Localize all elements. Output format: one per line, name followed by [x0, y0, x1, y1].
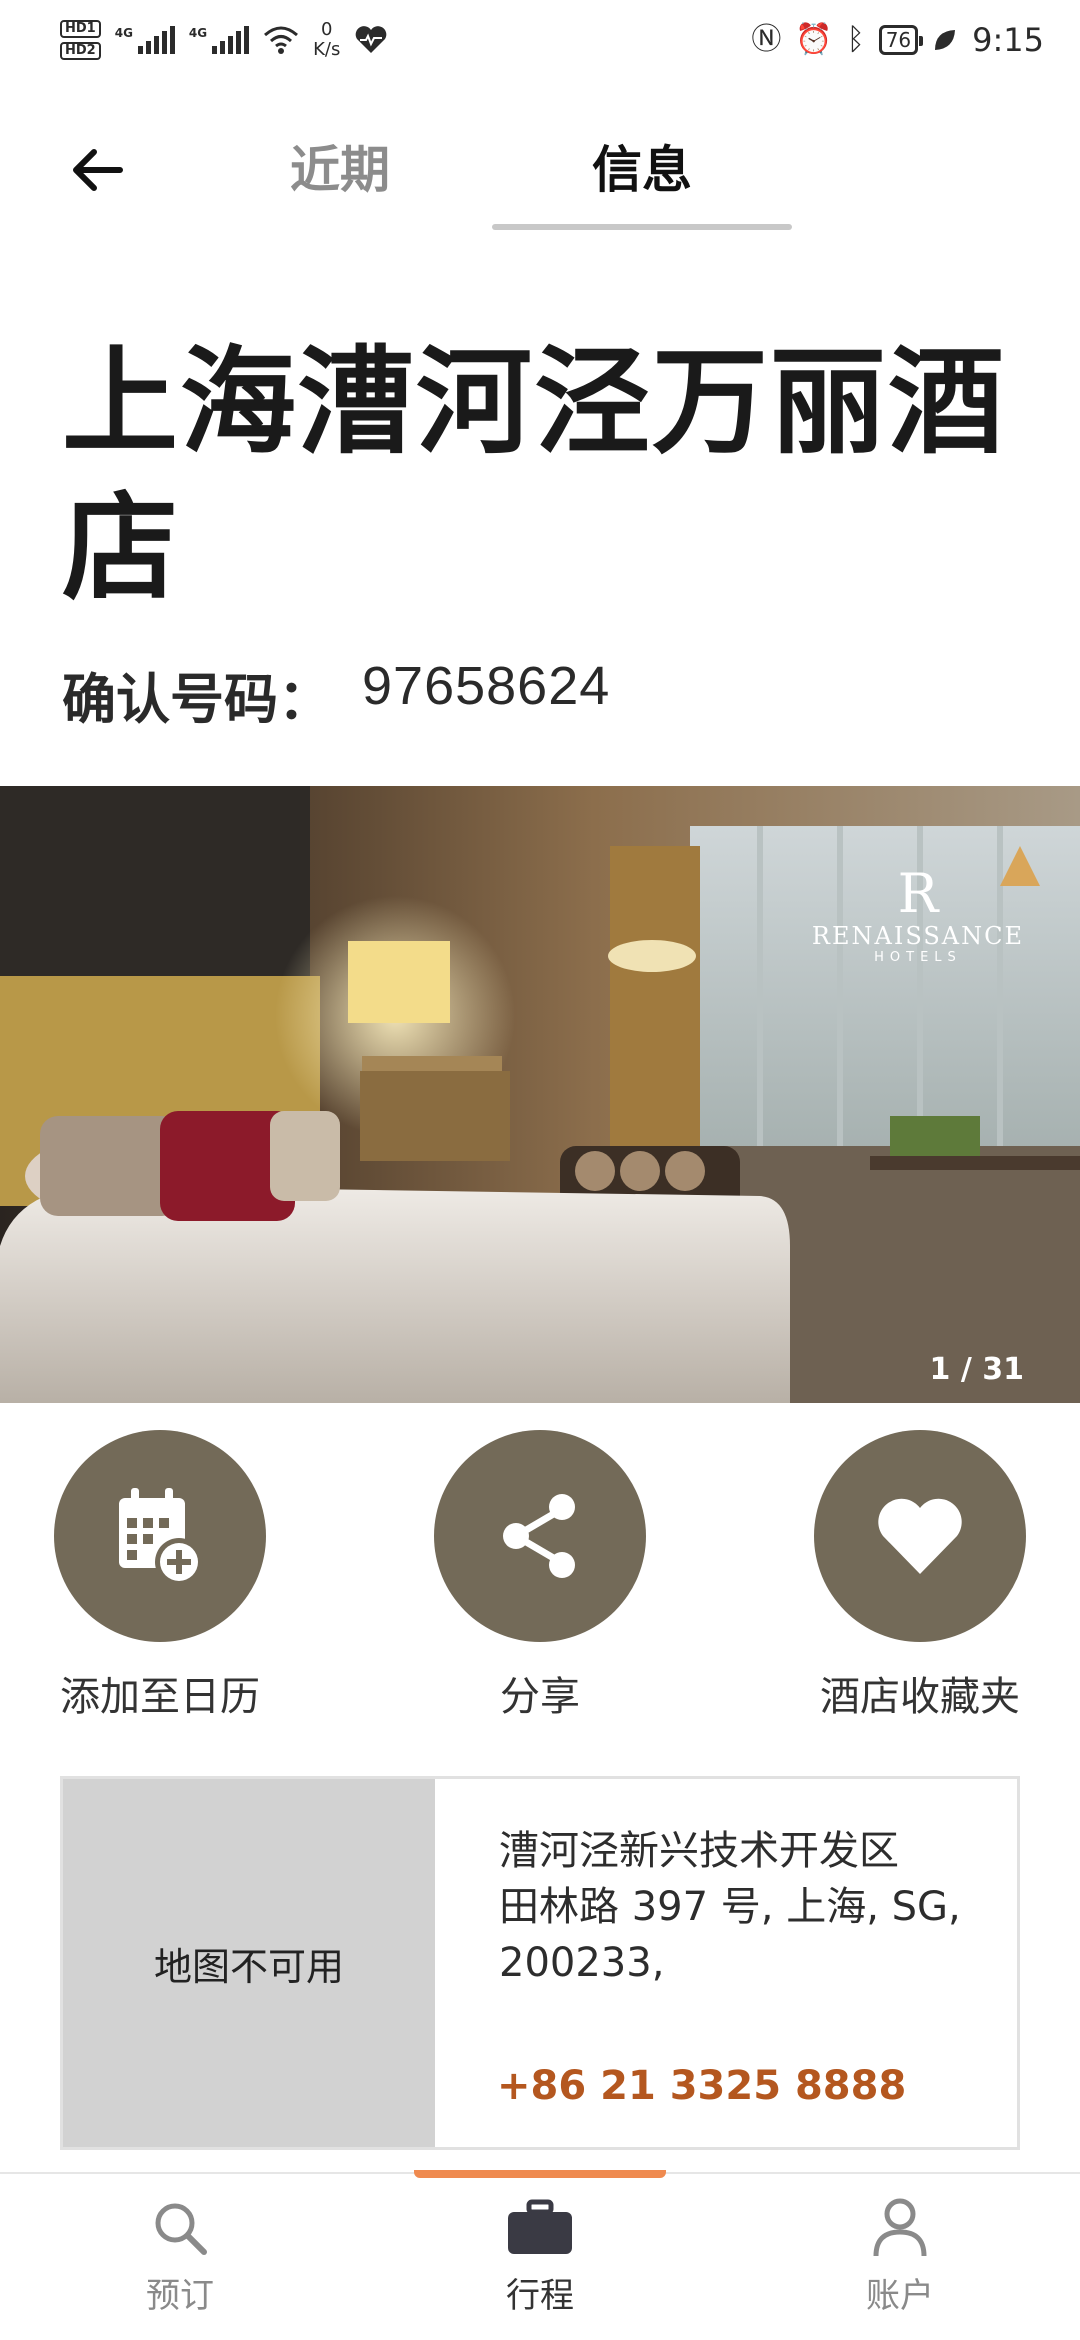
nav-item-book[interactable]: 预订 — [80, 2192, 280, 2317]
share-icon — [503, 1494, 575, 1578]
clock: 9:15 — [972, 21, 1044, 59]
battery-icon: 76 — [878, 25, 924, 55]
user-icon — [873, 2198, 927, 2257]
health-heart-icon — [356, 26, 387, 53]
network-type-label: 4G — [188, 26, 208, 40]
confirmation-number: 97658624 — [362, 656, 611, 716]
arrow-left-icon — [73, 149, 123, 191]
favorites-circle — [814, 1430, 1026, 1642]
network-type-label: 4G — [114, 26, 133, 40]
search-icon — [155, 2203, 207, 2255]
map-placeholder: 地图不可用 — [63, 1779, 435, 2147]
hotel-phone-link[interactable]: +86 21 3325 8888 — [497, 2063, 906, 2109]
nav-trips-label: 行程 — [506, 2276, 574, 2316]
signal-icon-sim2: 4G — [188, 26, 250, 54]
bottom-nav: 预订 行程 账户 — [0, 2170, 1080, 2340]
net-speed-value: 0 — [321, 19, 333, 40]
net-speed-unit: K/s — [313, 39, 341, 60]
address-line-2: 田林路 397 号, 上海, SG, — [499, 1884, 961, 1930]
nfc-icon: Ⓝ — [751, 22, 782, 57]
brand-sub: HOTELS — [874, 950, 962, 965]
nav-item-account[interactable]: 账户 — [800, 2192, 1000, 2317]
top-header: 近期 信息 — [0, 110, 1080, 230]
leaf-icon — [935, 30, 956, 50]
brand-name: RENAISSANCE — [811, 922, 1024, 950]
add-to-calendar-button[interactable]: 添加至日历 — [10, 1430, 310, 1722]
nav-item-trips[interactable]: 行程 — [440, 2192, 640, 2317]
calendar-add-icon — [119, 1488, 203, 1586]
heart-icon — [878, 1498, 962, 1574]
address-line-1: 漕河泾新兴技术开发区 — [499, 1828, 899, 1874]
status-right: Ⓝ ⏰ ᛒ 76 9:15 — [751, 21, 1044, 59]
wifi-icon — [264, 26, 299, 54]
confirmation-label: 确认号码： — [62, 668, 332, 731]
add-to-calendar-label: 添加至日历 — [60, 1674, 260, 1720]
tab-info[interactable]: 信息 — [492, 140, 792, 220]
photo-counter: 1 / 31 — [929, 1352, 1024, 1387]
briefcase-icon — [508, 2199, 572, 2254]
hotel-favorites-button[interactable]: 酒店收藏夹 — [770, 1430, 1070, 1722]
net-speed: 0 K/s — [313, 20, 340, 60]
hd-indicators: HD1 HD2 — [60, 20, 101, 60]
back-button[interactable] — [60, 140, 132, 200]
hotel-photo-gallery[interactable]: R RENAISSANCE HOTELS 1 / 31 — [0, 786, 1080, 1403]
bluetooth-icon: ᛒ — [846, 22, 865, 57]
share-button[interactable]: 分享 — [390, 1430, 690, 1722]
status-left: HD1 HD2 4G 4G 0 K/s — [60, 20, 388, 60]
nav-account-label: 账户 — [866, 2276, 934, 2316]
location-card: 地图不可用 漕河泾新兴技术开发区 田林路 397 号, 上海, SG, 2002… — [60, 1776, 1020, 2150]
hd1-badge: HD1 — [60, 20, 101, 38]
share-label: 分享 — [500, 1674, 580, 1720]
hd2-badge: HD2 — [60, 42, 101, 60]
status-bar: HD1 HD2 4G 4G 0 K/s Ⓝ ⏰ ᛒ 76 9:15 — [0, 0, 1080, 80]
alarm-icon: ⏰ — [795, 22, 833, 57]
brand-logo: R RENAISSANCE HOTELS — [811, 862, 1024, 966]
tab-active-indicator — [492, 224, 792, 230]
address-line-3: 200233, — [499, 1940, 665, 1986]
action-row: 添加至日历 分享 酒店收藏夹 — [0, 1430, 1080, 1730]
hotel-favorites-label: 酒店收藏夹 — [820, 1674, 1020, 1720]
share-circle — [434, 1430, 646, 1642]
nav-active-indicator — [414, 2170, 666, 2178]
tab-recent[interactable]: 近期 — [250, 140, 430, 220]
signal-icon-sim1: 4G — [115, 26, 175, 54]
confirmation-row: 确认号码： 97658624 — [62, 655, 610, 734]
brand-initial: R — [897, 862, 939, 925]
calendar-circle — [54, 1430, 266, 1642]
hotel-title: 上海漕河泾万丽酒店 — [62, 335, 1006, 616]
nav-book-label: 预订 — [146, 2276, 214, 2316]
